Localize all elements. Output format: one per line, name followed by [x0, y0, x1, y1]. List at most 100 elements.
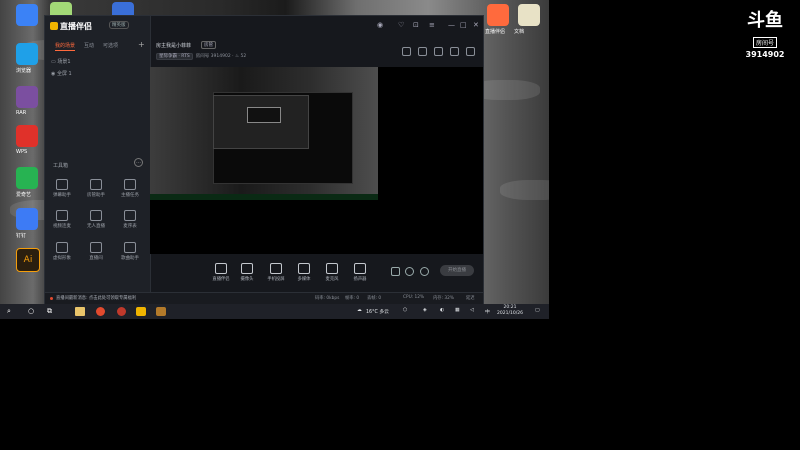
nested-taskbar	[150, 194, 378, 200]
tool-live-room[interactable]: 直播间	[81, 242, 111, 261]
app-yellow-icon[interactable]	[136, 307, 146, 316]
room-title[interactable]: 房主我是小菲菲	[156, 42, 191, 49]
taskbar-clock[interactable]: 20:21 2021/10/26	[497, 305, 523, 317]
desktop-icon-document[interactable]	[518, 4, 540, 26]
companion-app-window: 直播伴侣 精英版 我的场景 互动 可选项 + ▭ 场景1 ◉ 全屏 1 工具箱 … …	[44, 15, 484, 304]
share-icon[interactable]	[466, 47, 475, 56]
tray-icon[interactable]: ⬡	[403, 308, 407, 313]
control-speaker[interactable]: 扬声器	[347, 263, 373, 282]
tool-danmaku[interactable]: 弹幕助手	[47, 179, 77, 198]
companion-taskbar-icon[interactable]	[156, 307, 166, 316]
stat-fps: 帧率: 0	[345, 296, 360, 301]
add-scene-button[interactable]: +	[138, 40, 145, 49]
clock-date: 2021/10/26	[497, 311, 523, 316]
desktop-icon-wps[interactable]	[16, 125, 38, 147]
status-icon[interactable]	[405, 267, 414, 276]
tool-mic-list[interactable]: 麦序表	[115, 210, 145, 229]
maximize-icon[interactable]: □	[460, 21, 467, 29]
tray-icon[interactable]: ◐	[440, 308, 444, 313]
cortana-icon[interactable]: ○	[28, 307, 34, 316]
desktop-icon-label: WPS	[16, 149, 28, 155]
desktop-icon-label: RAR	[16, 110, 27, 116]
status-bar: 直播间最新消息: 点击此处可领取专属福利 码率: 0kbps 帧率: 0 丢帧:…	[45, 292, 483, 304]
desktop-icon-label: 文档	[514, 29, 525, 35]
weather-text[interactable]: 16°C 多云	[366, 308, 389, 315]
desktop-icon-browser[interactable]	[16, 43, 38, 65]
network-icon[interactable]: ▦	[455, 308, 460, 313]
music-icon	[124, 242, 136, 253]
desktop-icon-companion[interactable]	[487, 4, 509, 26]
category-tag[interactable]: 星际争霸 · RTS	[156, 53, 193, 60]
stat-cpu: CPU: 12%	[403, 295, 425, 300]
tool-video-link[interactable]: 视频连麦	[47, 210, 77, 229]
version-badge: 精英版	[109, 21, 129, 29]
tool-music[interactable]: 歌曲助手	[115, 242, 145, 261]
volume-icon[interactable]: ◁	[470, 308, 474, 313]
room-id: 3914902	[210, 54, 231, 59]
screenshot-icon[interactable]	[402, 47, 411, 56]
live-settings-icon[interactable]	[420, 267, 429, 276]
input-method-icon[interactable]: 中	[485, 308, 490, 315]
desktop-icon-illustrator[interactable]: Ai	[16, 248, 40, 272]
control-phone-cast[interactable]: 手机投屏	[263, 263, 289, 282]
control-screen[interactable]: 直播伴侣	[208, 263, 234, 282]
stat-memory: 内存: 32%	[433, 296, 454, 301]
tool-unattended[interactable]: 无人直播	[81, 210, 111, 229]
unattended-icon	[90, 210, 102, 221]
sidebar-tabs: 我的场景 互动 可选项	[55, 42, 127, 51]
minimize-icon[interactable]: —	[448, 21, 455, 29]
tab-my-scene[interactable]: 我的场景	[55, 43, 76, 51]
close-icon[interactable]: ✕	[473, 21, 479, 29]
douyu-room-label: 房间号	[752, 37, 777, 48]
tool-admin[interactable]: 房管助手	[81, 179, 111, 198]
bell-icon[interactable]	[450, 47, 459, 56]
room-subinfo: 星际争霸 · RTS 房间号 3914902 · ♨ 52	[156, 53, 247, 60]
camera-icon	[241, 263, 253, 274]
record-video-icon[interactable]	[391, 267, 400, 276]
shield-icon[interactable]: ◈	[423, 308, 427, 313]
weather-icon: ☁	[357, 308, 362, 313]
fire-icon: ♨	[234, 54, 240, 59]
tool-avatar[interactable]: 虚拟形象	[47, 242, 77, 261]
settings-icon[interactable]: ≡	[429, 21, 435, 29]
record-icon[interactable]	[418, 47, 427, 56]
toolbox-more-icon[interactable]: …	[134, 158, 143, 167]
notification-icon[interactable]: ▢	[535, 308, 540, 313]
layer-item[interactable]: ◉ 全屏 1	[51, 70, 72, 77]
desktop-icon-label: 浏览器	[16, 68, 32, 74]
file-explorer-icon[interactable]	[75, 307, 85, 316]
scene-name[interactable]: ▭ 场景1	[51, 58, 71, 65]
douyu-logo: 斗鱼	[747, 10, 783, 31]
avatar[interactable]: ◉	[377, 21, 383, 29]
control-microphone[interactable]: 麦克风	[319, 263, 345, 282]
control-media[interactable]: 多媒体	[291, 263, 317, 282]
room-id-label: 房间号	[195, 54, 210, 59]
stat-bitrate: 码率: 0kbps	[315, 296, 340, 301]
desktop-icon-dingtalk[interactable]	[16, 208, 38, 230]
microphone-icon	[326, 263, 338, 274]
app-red-icon[interactable]	[117, 307, 126, 316]
desktop-icon-rar[interactable]	[16, 86, 38, 108]
heat-value: 52	[240, 54, 247, 59]
desktop-background: 浏览器 RAR WPS 爱奇艺 钉钉 Ai 直播伴侣 文档 直播伴侣 精英版 我…	[0, 0, 549, 319]
task-view-icon[interactable]: ⧉	[47, 307, 52, 316]
desktop-icon-iqiyi[interactable]	[16, 167, 38, 189]
admin-icon	[90, 179, 102, 190]
tab-options[interactable]: 可选项	[103, 43, 118, 49]
notice-text[interactable]: 直播间最新消息: 点击此处可领取专属福利	[56, 295, 136, 301]
screen-capture-preview[interactable]	[150, 67, 378, 200]
control-camera[interactable]: 摄像头	[234, 263, 260, 282]
main-area: ◉ ♡ ⊡ ≡ — □ ✕ 房主我是小菲菲 房管 星际争霸 · RTS 房间号 3…	[150, 16, 483, 303]
desktop-icon-xunlei[interactable]	[16, 4, 38, 26]
tool-task[interactable]: 主播任务	[115, 179, 145, 198]
stat-latency: 延迟	[466, 296, 475, 301]
preview-canvas[interactable]	[150, 67, 483, 254]
start-live-button[interactable]: 开始直播	[440, 265, 474, 276]
tab-interact[interactable]: 互动	[84, 43, 94, 49]
message-icon[interactable]: ♡	[398, 21, 404, 29]
skin-icon[interactable]: ⊡	[413, 21, 419, 29]
nested-window	[247, 107, 281, 123]
gift-icon[interactable]	[434, 47, 443, 56]
search-icon[interactable]: ⌕	[7, 307, 11, 316]
chrome-icon[interactable]	[96, 307, 105, 316]
